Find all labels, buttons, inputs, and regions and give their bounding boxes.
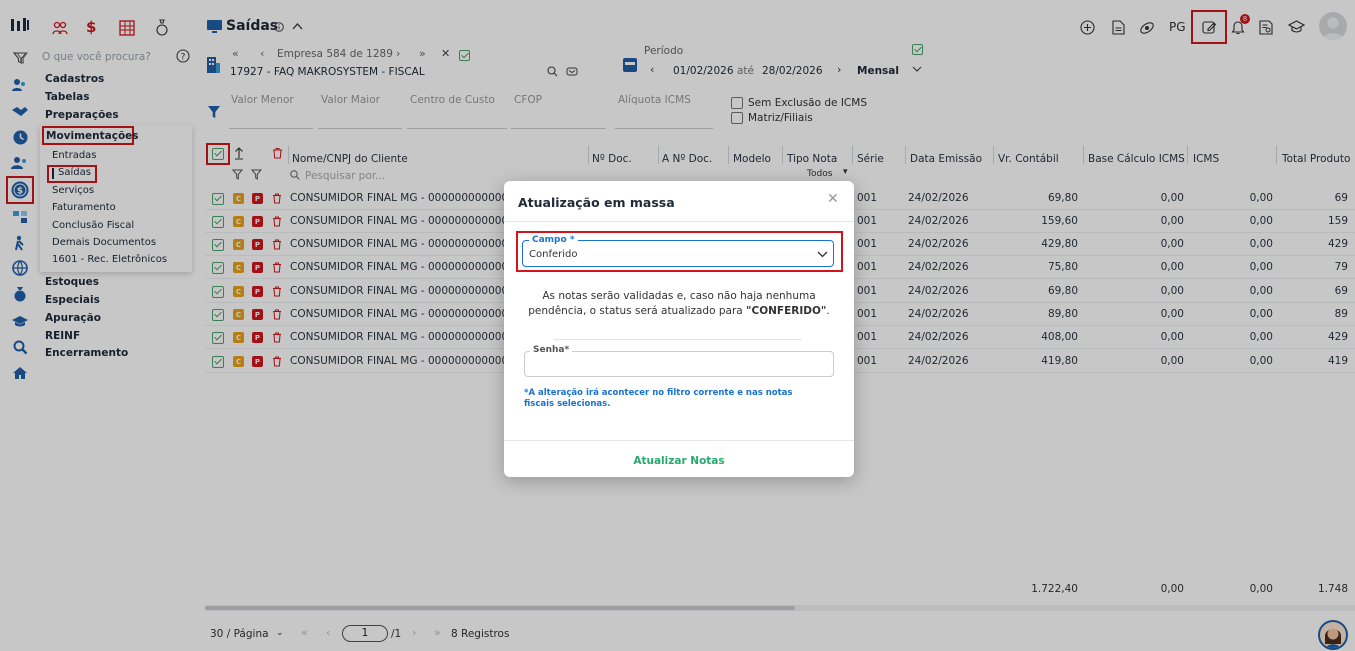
modal-title: Atualização em massa (518, 195, 675, 210)
modal-divider (554, 339, 802, 340)
message-line1: As notas serão validadas e, caso não haj… (542, 290, 816, 302)
close-icon[interactable]: ✕ (827, 191, 839, 207)
message-end: . (826, 305, 830, 317)
campo-value: Conferido (529, 249, 578, 260)
message-line2: pendência, o status será atualizado para… (504, 305, 854, 317)
campo-label: Campo * (529, 235, 578, 245)
atualizar-notas-button[interactable]: Atualizar Notas (504, 455, 854, 467)
modal-footer-divider (504, 440, 854, 441)
modal-header-divider (504, 221, 854, 222)
modal-note: *A alteração irá acontecer no filtro cor… (524, 388, 793, 409)
chevron-down-icon[interactable] (817, 251, 828, 258)
message-line2-text: pendência, o status será atualizado para (528, 305, 747, 317)
mass-update-modal: Atualização em massa ✕ Campo * Conferido… (504, 181, 854, 477)
message-status: "CONFERIDO" (746, 305, 827, 317)
senha-label: Senha* (530, 345, 573, 355)
